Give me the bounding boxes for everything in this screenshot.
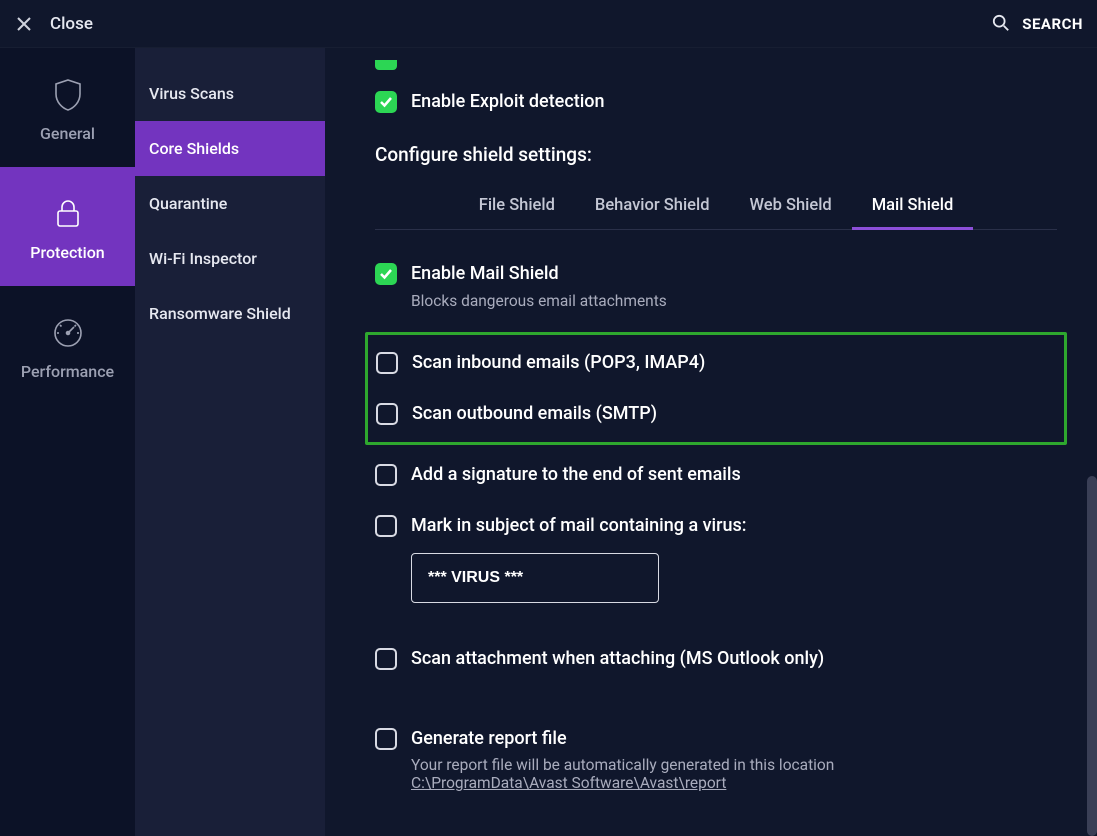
shield-tabs: File Shield Behavior Shield Web Shield M… — [375, 188, 1057, 230]
nav-label-performance: Performance — [21, 362, 114, 381]
search-button[interactable]: SEARCH — [992, 14, 1083, 34]
virus-subject-input[interactable] — [411, 553, 659, 603]
tab-mail-shield[interactable]: Mail Shield — [852, 188, 974, 230]
checkbox-scan-attachment[interactable] — [375, 648, 397, 670]
scrollbar-thumb[interactable] — [1087, 476, 1097, 836]
shield-icon — [51, 78, 85, 112]
subnav-quarantine[interactable]: Quarantine — [135, 176, 325, 231]
primary-nav: General Protection Performance — [0, 48, 135, 836]
tab-file-shield[interactable]: File Shield — [459, 188, 575, 230]
subnav-ransomware-shield[interactable]: Ransomware Shield — [135, 286, 325, 341]
label-scan-attachment: Scan attachment when attaching (MS Outlo… — [411, 647, 824, 670]
report-path-link[interactable]: C:\ProgramData\Avast Software\Avast\repo… — [411, 774, 834, 792]
subnav-virus-scans[interactable]: Virus Scans — [135, 66, 325, 121]
nav-general[interactable]: General — [0, 48, 135, 167]
gauge-icon — [51, 316, 85, 350]
lock-icon — [51, 197, 85, 231]
subnav-wifi-inspector[interactable]: Wi-Fi Inspector — [135, 231, 325, 286]
checkbox-enable-exploit[interactable] — [375, 91, 397, 113]
tab-behavior-shield[interactable]: Behavior Shield — [575, 188, 730, 230]
close-icon — [12, 12, 36, 36]
checkbox-generate-report[interactable] — [375, 728, 397, 750]
search-icon — [992, 14, 1012, 34]
close-button[interactable]: Close — [12, 12, 93, 36]
label-enable-exploit: Enable Exploit detection — [411, 90, 605, 113]
tab-web-shield[interactable]: Web Shield — [730, 188, 852, 230]
label-scan-outbound: Scan outbound emails (SMTP) — [412, 402, 657, 425]
checkbox-scan-outbound[interactable] — [376, 403, 398, 425]
label-generate-report: Generate report file — [411, 727, 834, 750]
configure-title: Configure shield settings: — [375, 143, 1057, 166]
secondary-nav: Virus Scans Core Shields Quarantine Wi-F… — [135, 48, 325, 836]
label-add-signature: Add a signature to the end of sent email… — [411, 463, 741, 486]
partial-checkbox-sliver — [375, 60, 397, 70]
checkbox-add-signature[interactable] — [375, 464, 397, 486]
search-label: SEARCH — [1022, 15, 1083, 33]
nav-label-general: General — [40, 124, 95, 143]
highlighted-options: Scan inbound emails (POP3, IMAP4) Scan o… — [365, 332, 1067, 445]
checkbox-enable-mail-shield[interactable] — [375, 263, 397, 285]
desc-enable-mail-shield: Blocks dangerous email attachments — [411, 292, 667, 310]
scrollbar-track — [1085, 48, 1097, 836]
nav-performance[interactable]: Performance — [0, 286, 135, 405]
label-mark-subject: Mark in subject of mail containing a vir… — [411, 514, 747, 537]
label-enable-mail-shield: Enable Mail Shield — [411, 262, 667, 285]
checkbox-scan-inbound[interactable] — [376, 352, 398, 374]
main-content: Enable Exploit detection Configure shiel… — [325, 48, 1097, 836]
nav-label-protection: Protection — [30, 243, 104, 262]
close-label: Close — [50, 14, 93, 34]
checkbox-mark-subject[interactable] — [375, 515, 397, 537]
label-scan-inbound: Scan inbound emails (POP3, IMAP4) — [412, 351, 705, 374]
desc-generate-report: Your report file will be automatically g… — [411, 756, 834, 774]
nav-protection[interactable]: Protection — [0, 167, 135, 286]
subnav-core-shields[interactable]: Core Shields — [135, 121, 325, 176]
topbar: Close SEARCH — [0, 0, 1097, 48]
